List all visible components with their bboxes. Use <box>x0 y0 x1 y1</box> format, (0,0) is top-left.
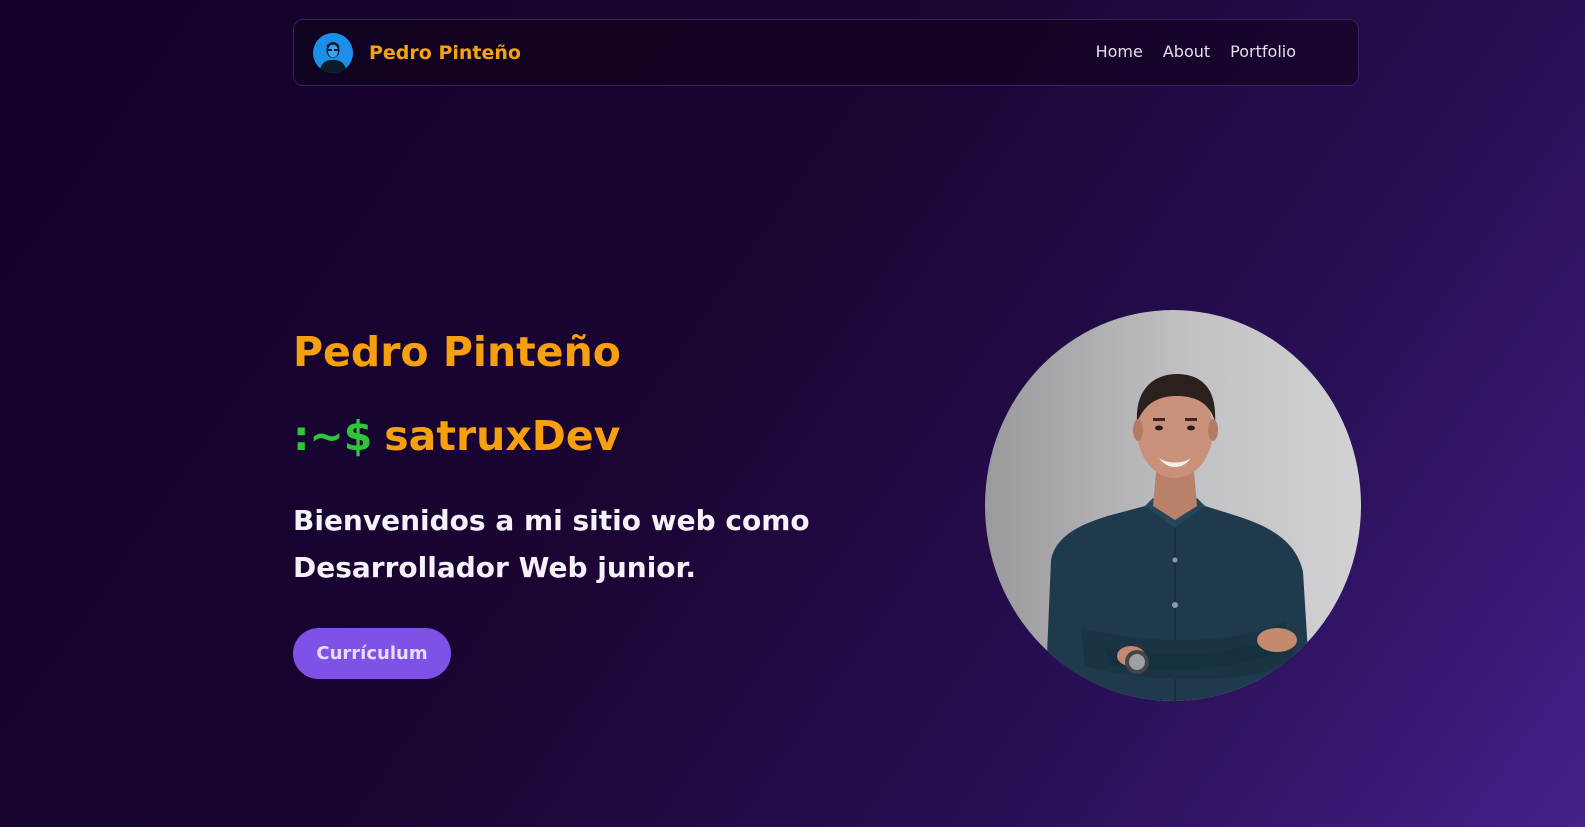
brand[interactable]: Pedro Pinteño <box>313 33 521 73</box>
nav-link-home[interactable]: Home <box>1096 42 1143 62</box>
brand-name: Pedro Pinteño <box>369 42 521 64</box>
tagline-line-1: Bienvenidos a mi sitio web como <box>293 504 810 537</box>
tagline: Bienvenidos a mi sitio web como Desarrol… <box>293 497 893 591</box>
avatar-icon <box>313 33 353 73</box>
navbar: Pedro Pinteño Home About Portfolio <box>293 19 1359 86</box>
hero-name: Pedro Pinteño <box>293 328 621 376</box>
curriculum-button[interactable]: Currículum <box>293 628 451 679</box>
nav-link-about[interactable]: About <box>1163 42 1210 62</box>
tagline-line-2: Desarrollador Web junior. <box>293 551 696 584</box>
profile-photo <box>985 310 1361 701</box>
handle-name: satruxDev <box>384 412 621 460</box>
nav-link-portfolio[interactable]: Portfolio <box>1230 42 1296 62</box>
terminal-handle: :~$ satruxDev <box>293 410 620 462</box>
nav-links: Home About Portfolio <box>1096 42 1296 62</box>
terminal-prompt: :~$ <box>293 412 373 460</box>
